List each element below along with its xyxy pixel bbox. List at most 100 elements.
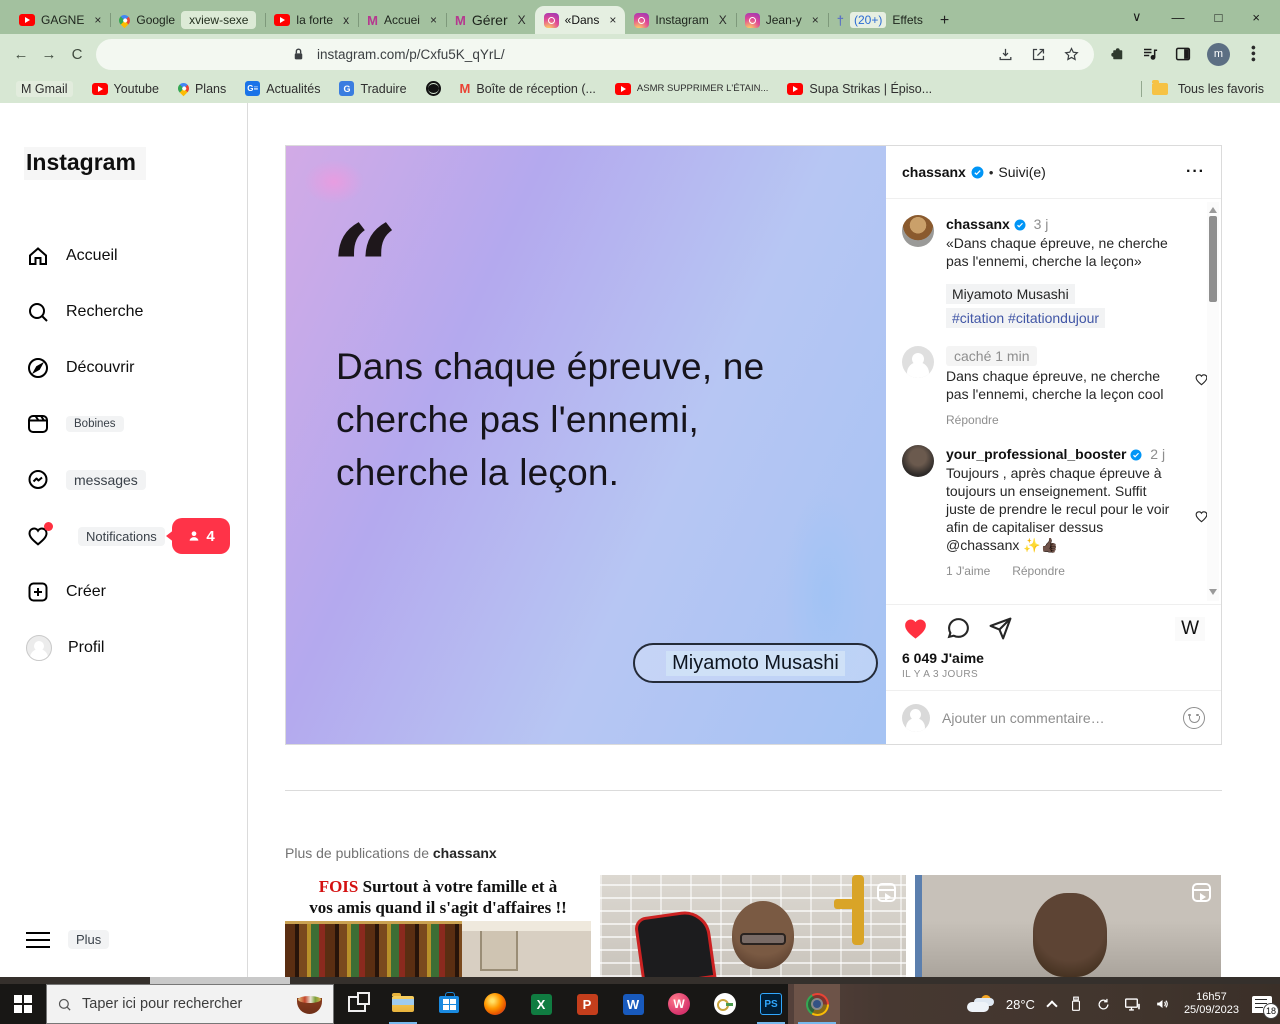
tray-expand-chevron-icon[interactable] xyxy=(1046,1000,1057,1011)
reload-button[interactable]: C xyxy=(64,46,90,63)
bookmark-gmail[interactable]: M Gmail xyxy=(16,81,73,97)
caption-username[interactable]: chassanx xyxy=(946,216,1010,232)
sidebar-item-messages[interactable]: messages xyxy=(0,452,247,508)
powerpoint-button[interactable]: P xyxy=(564,984,610,1024)
tab-close-icon[interactable]: × xyxy=(812,13,819,27)
url-text[interactable]: instagram.com/p/Cxfu5K_qYrL/ xyxy=(317,47,505,62)
emoji-smiley-icon[interactable] xyxy=(1183,707,1205,729)
bookmark-plans[interactable]: Plans xyxy=(178,82,226,96)
tab-close-icon[interactable]: × xyxy=(609,13,616,27)
playlist-music-icon[interactable] xyxy=(1141,45,1159,63)
taskbar-search[interactable]: Taper ici pour rechercher xyxy=(46,984,334,1024)
new-tab-button[interactable]: + xyxy=(940,12,949,30)
sidebar-item-profile[interactable]: Profil xyxy=(0,620,247,676)
scroll-down-arrow-icon[interactable] xyxy=(1209,589,1217,599)
clock[interactable]: 16h57 25/09/2023 xyxy=(1184,991,1239,1017)
tab-dans-active[interactable]: «Dans × xyxy=(535,6,626,34)
instagram-logo[interactable]: Instagram xyxy=(24,147,146,180)
tab-google[interactable]: Google xview-sexe xyxy=(110,6,265,34)
tab-instagram[interactable]: Instagram X xyxy=(625,6,735,34)
temperature[interactable]: 28°C xyxy=(1006,997,1035,1012)
browser-profile-avatar[interactable]: m xyxy=(1207,43,1230,66)
bookmark-inbox[interactable]: M Boîte de réception (... xyxy=(460,81,596,96)
tab-accueil[interactable]: M Accuei × xyxy=(358,6,446,34)
minimize-button[interactable]: — xyxy=(1172,10,1185,25)
tab-gagne[interactable]: GAGNE × xyxy=(10,6,110,34)
tab-close-icon[interactable]: X xyxy=(518,13,526,27)
tab-close-icon[interactable]: × xyxy=(94,13,101,27)
reply-button[interactable]: Répondre xyxy=(946,411,999,429)
more-posts-username[interactable]: chassanx xyxy=(433,845,497,861)
sidebar-item-home[interactable]: Accueil xyxy=(0,228,247,284)
comments-list[interactable]: chassanx 3 j «Dans chaque épreuve, ne ch… xyxy=(886,199,1221,604)
sidebar-item-notifications[interactable]: Notifications 4 xyxy=(0,508,247,564)
share-icon[interactable] xyxy=(1030,46,1047,63)
avatar[interactable] xyxy=(902,215,934,247)
side-panel-icon[interactable] xyxy=(1174,45,1192,63)
scroll-up-arrow-icon[interactable] xyxy=(1209,203,1217,213)
comment-like-count[interactable]: 1 J'aime xyxy=(946,562,990,580)
network-display-icon[interactable] xyxy=(1124,997,1141,1012)
maximize-button[interactable]: □ xyxy=(1215,10,1223,25)
tab-gerer[interactable]: M Gérer X xyxy=(446,6,535,34)
sync-icon[interactable] xyxy=(1096,997,1111,1012)
bookmark-youtube[interactable]: Youtube xyxy=(92,82,159,96)
excel-button[interactable]: X xyxy=(518,984,564,1024)
followed-label[interactable]: Suivi(e) xyxy=(998,164,1045,180)
caption-hashtags[interactable]: #citation #citationdujour xyxy=(946,308,1105,328)
word-button[interactable]: W xyxy=(610,984,656,1024)
action-center-icon[interactable]: 18 xyxy=(1252,996,1272,1013)
comment-bubble-icon[interactable] xyxy=(946,616,971,641)
wattpad-button[interactable]: W xyxy=(656,984,702,1024)
microsoft-store-button[interactable] xyxy=(426,984,472,1024)
start-button[interactable] xyxy=(0,984,46,1024)
photoshop-button[interactable]: PS xyxy=(748,984,794,1024)
sidebar-item-search[interactable]: Recherche xyxy=(0,284,247,340)
back-button[interactable]: ← xyxy=(8,46,34,63)
chrome-button[interactable] xyxy=(794,984,840,1024)
post-image[interactable]: “ Dans chaque épreuve, ne cherche pas l'… xyxy=(286,146,886,744)
tab-jean-y[interactable]: Jean-y × xyxy=(736,6,828,34)
password-key-button[interactable] xyxy=(702,984,748,1024)
bookmark-asmr[interactable]: ASMR SUPPRIMER L'ÉTAIN... xyxy=(615,83,769,95)
notification-count-badge[interactable]: 4 xyxy=(172,518,230,554)
share-plane-icon[interactable] xyxy=(988,616,1013,641)
add-comment-input[interactable]: Ajouter un commentaire… xyxy=(942,710,1105,726)
tab-close-icon[interactable]: X xyxy=(719,13,727,27)
scrollbar-thumb[interactable] xyxy=(1209,216,1217,302)
browser-menu-kebab-icon[interactable]: ••• xyxy=(1246,45,1262,63)
post-thumbnail[interactable] xyxy=(600,875,906,977)
post-username[interactable]: chassanx xyxy=(902,164,966,180)
bookmark-star-icon[interactable] xyxy=(1063,46,1080,63)
bookmark-actualites[interactable]: G≡ Actualités xyxy=(245,81,320,96)
task-view-button[interactable] xyxy=(334,984,380,1024)
avatar[interactable] xyxy=(902,445,934,477)
volume-icon[interactable] xyxy=(1154,996,1171,1012)
horizontal-scrollbar[interactable] xyxy=(0,977,1280,984)
like-heart-icon[interactable] xyxy=(902,615,929,642)
bookmark-supa-strikas[interactable]: Supa Strikas | Épiso... xyxy=(787,82,932,96)
post-thumbnail[interactable]: FOIS Surtout à votre famille et à vos am… xyxy=(285,875,591,977)
weather-cloud-icon[interactable] xyxy=(967,997,993,1012)
address-bar[interactable]: instagram.com/p/Cxfu5K_qYrL/ xyxy=(96,39,1094,70)
sidebar-item-reels[interactable]: Bobines xyxy=(0,396,247,452)
tab-la-forte[interactable]: la forte x xyxy=(265,6,358,34)
avatar[interactable] xyxy=(902,346,934,378)
bookmark-traduire[interactable]: G Traduire xyxy=(339,81,406,96)
tab-search-icon[interactable]: ∨ xyxy=(1132,9,1142,25)
tab-close-icon[interactable]: × xyxy=(430,13,437,27)
download-icon[interactable] xyxy=(997,46,1014,63)
comments-scrollbar[interactable] xyxy=(1207,202,1219,601)
close-window-button[interactable]: × xyxy=(1252,10,1260,25)
sidebar-item-create[interactable]: Créer xyxy=(0,564,247,620)
usb-icon[interactable] xyxy=(1069,996,1083,1012)
sidebar-item-more[interactable]: Plus xyxy=(26,930,109,949)
save-post-button[interactable]: W xyxy=(1175,617,1205,641)
post-options-kebab-icon[interactable]: ··· xyxy=(1186,163,1205,181)
tab-close-icon[interactable]: x xyxy=(343,13,349,27)
bookmark-globe[interactable] xyxy=(426,81,441,96)
like-count[interactable]: 6 049 J'aime xyxy=(886,648,1221,666)
comment-username[interactable]: your_professional_booster xyxy=(946,446,1127,462)
reply-button[interactable]: Répondre xyxy=(1012,562,1065,580)
tab-effets[interactable]: † (20+) Effets xyxy=(828,6,932,34)
